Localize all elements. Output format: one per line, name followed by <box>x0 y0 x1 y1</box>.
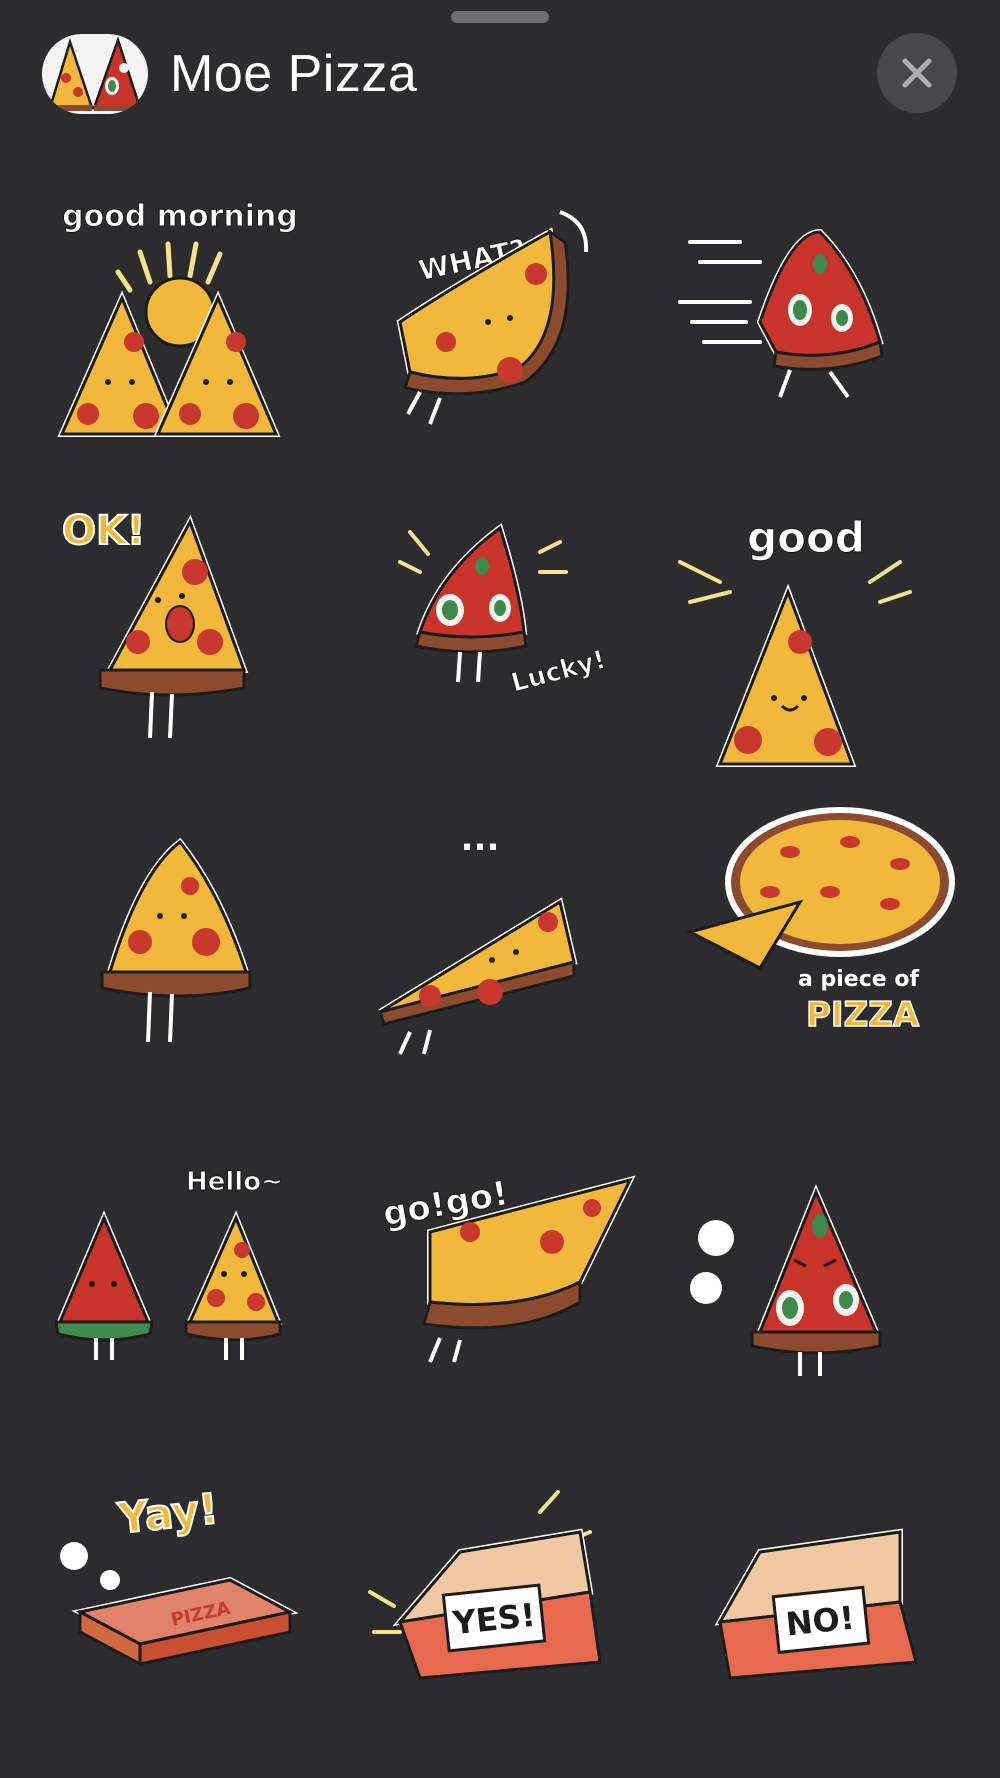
close-button[interactable] <box>877 33 957 113</box>
sticker-pack-header: Moe Pizza <box>0 30 1000 120</box>
sticker-ok[interactable]: OK! <box>40 492 320 772</box>
sticker-lucky[interactable]: Lucky! <box>360 492 640 772</box>
sticker-ellipsis[interactable]: ... <box>360 792 640 1072</box>
sticker-text: OK! <box>62 508 145 554</box>
pizza-pair-icon <box>42 34 148 114</box>
sticker-text: good <box>747 513 865 562</box>
sticker-no-box[interactable]: NO! <box>680 1472 960 1752</box>
sticker-yes-box[interactable]: YES! <box>360 1472 640 1752</box>
sticker-text: Lucky! <box>508 645 609 699</box>
sticker-good[interactable]: good <box>678 492 960 772</box>
sticker-text-2: PIZZA <box>806 995 920 1035</box>
sticker-go-go[interactable]: go!go! <box>360 1162 640 1442</box>
close-icon <box>902 58 932 88</box>
sticker-angry[interactable] <box>680 1162 960 1442</box>
sticker-text: Yay! <box>115 1484 221 1543</box>
sticker-good-morning[interactable]: good morning <box>40 192 320 472</box>
sticker-a-piece-of-pizza[interactable]: a piece of PIZZA <box>680 792 960 1072</box>
sticker-running[interactable] <box>678 192 960 472</box>
sticker-grid: good morning WHAT? OK! Lucky! good ... a… <box>40 172 960 1712</box>
sticker-text: a piece of <box>798 967 919 992</box>
sticker-text: NO! <box>784 1599 856 1644</box>
sticker-what[interactable]: WHAT? <box>360 192 640 472</box>
sheet-grabber[interactable] <box>451 11 549 23</box>
sticker-text: ... <box>461 819 500 859</box>
sticker-text: good morning <box>62 199 298 234</box>
sticker-yay[interactable]: Yay! PIZZA <box>40 1472 320 1752</box>
page-title: Moe Pizza <box>170 45 418 103</box>
sticker-bitten[interactable] <box>40 792 320 1072</box>
sticker-hello[interactable]: Hello~ <box>40 1162 320 1442</box>
sticker-text: Hello~ <box>186 1167 283 1197</box>
